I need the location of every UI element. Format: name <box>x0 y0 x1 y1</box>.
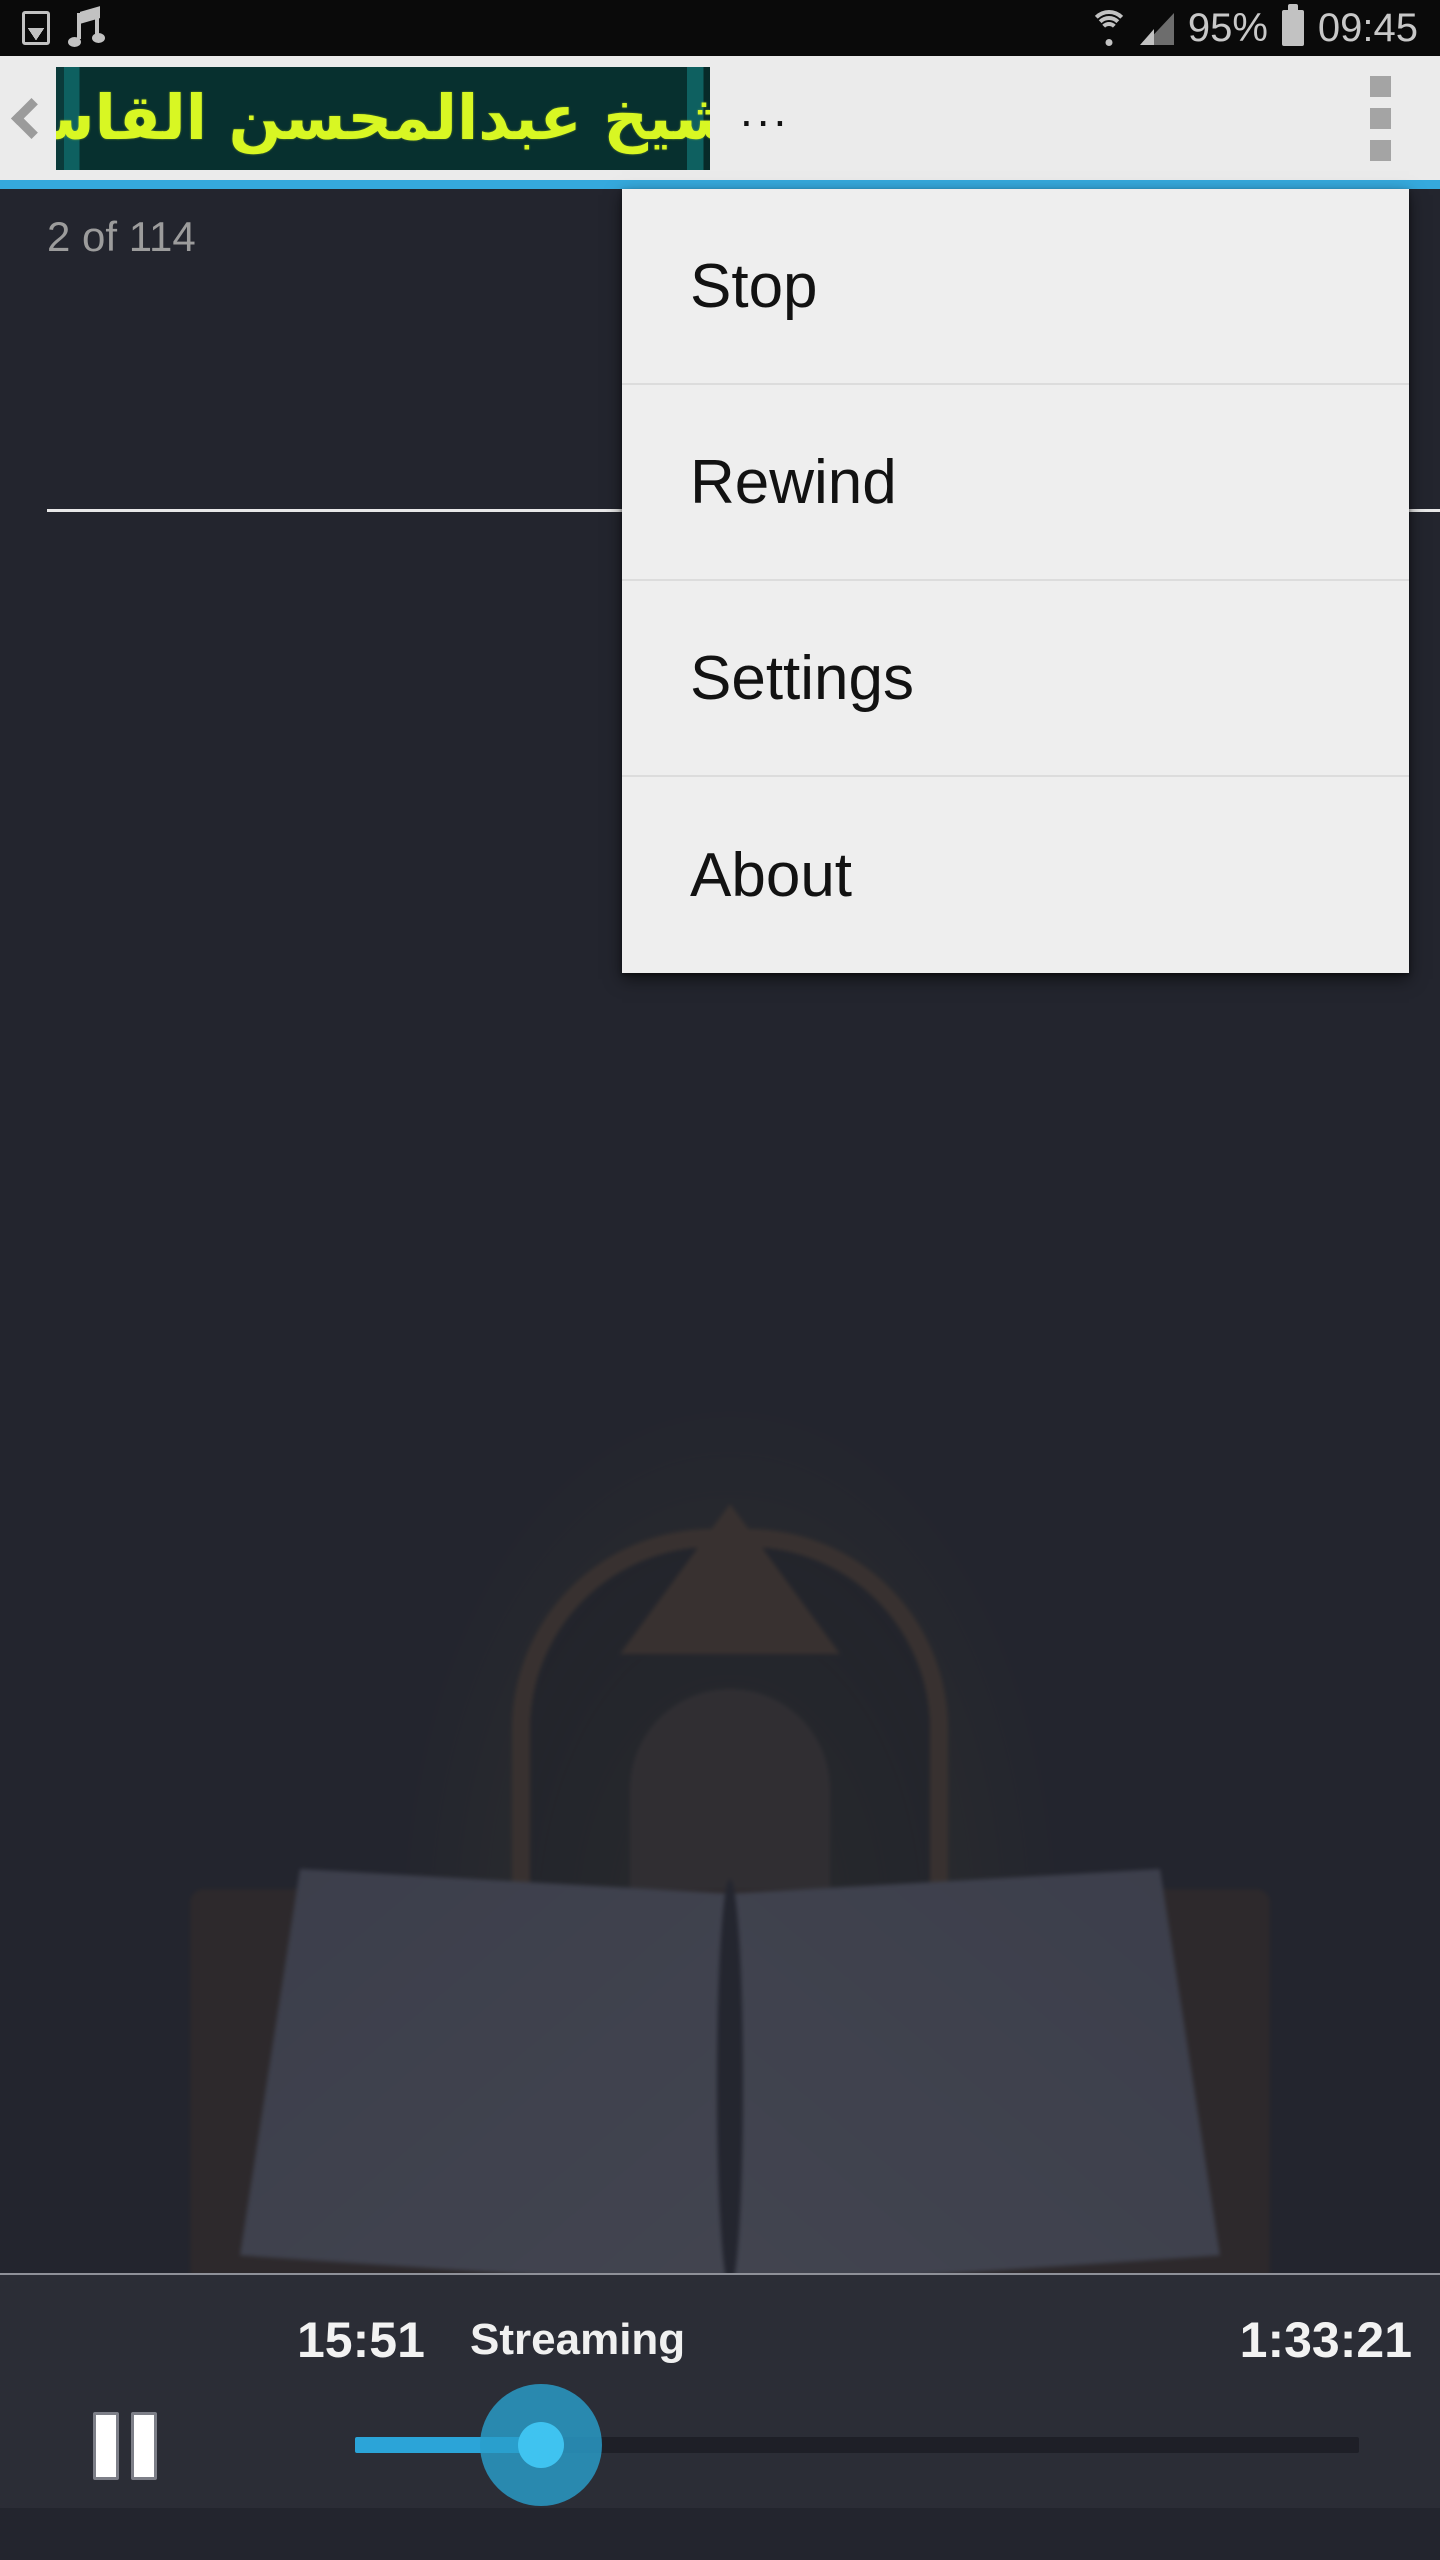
app-bar: الشيخ عبدالمحسن القاسم ... <box>0 56 1440 180</box>
total-time-label: 1:33:21 <box>1239 2312 1412 2368</box>
player-bar: 15:51 Streaming 1:33:21 <box>0 2273 1440 2510</box>
back-button[interactable] <box>0 56 56 180</box>
menu-item-stop[interactable]: Stop <box>622 189 1409 385</box>
page-counter: 2 of 114 <box>47 213 196 260</box>
menu-item-label: Rewind <box>690 447 897 517</box>
inline-overflow-label[interactable]: ... <box>740 87 790 136</box>
status-bar-left-icons <box>22 6 105 47</box>
status-bar: 95% 09:45 <box>0 0 1440 56</box>
kebab-menu-icon[interactable] <box>1320 56 1440 180</box>
menu-item-label: Settings <box>690 643 915 713</box>
elapsed-time-label: 15:51 <box>297 2312 425 2368</box>
pause-button[interactable] <box>93 2412 173 2480</box>
menu-item-about[interactable]: About <box>622 777 1409 973</box>
seek-bar[interactable] <box>355 2384 1359 2506</box>
status-bar-right-icons: 95% 09:45 <box>1088 5 1418 51</box>
music-note-icon <box>68 6 105 47</box>
title-banner: الشيخ عبدالمحسن القاسم <box>56 66 710 170</box>
page-title: الشيخ عبدالمحسن القاسم <box>56 81 710 154</box>
accent-divider <box>0 180 1440 189</box>
clock-label: 09:45 <box>1317 5 1418 50</box>
wifi-icon <box>1088 10 1129 46</box>
gallery-icon <box>22 11 50 45</box>
battery-percent-label: 95% <box>1187 5 1268 50</box>
seek-thumb[interactable] <box>518 2422 564 2468</box>
battery-icon <box>1281 10 1304 46</box>
back-chevron-icon <box>10 97 52 139</box>
overflow-menu[interactable]: Stop Rewind Settings About <box>622 189 1409 973</box>
quran-artwork-background <box>170 1389 1290 2273</box>
stream-status-label: Streaming <box>470 2315 686 2364</box>
phone-screen: 95% 09:45 الشيخ عبدالمحسن القاسم ... <box>0 0 1440 2560</box>
menu-item-label: Stop <box>690 251 818 321</box>
system-nav-bar <box>0 2508 1440 2560</box>
menu-item-label: About <box>690 840 853 910</box>
player-info-row: 15:51 Streaming 1:33:21 <box>0 2311 1440 2375</box>
menu-item-rewind[interactable]: Rewind <box>622 385 1409 581</box>
cellular-signal-icon <box>1139 11 1174 45</box>
menu-item-settings[interactable]: Settings <box>622 581 1409 777</box>
